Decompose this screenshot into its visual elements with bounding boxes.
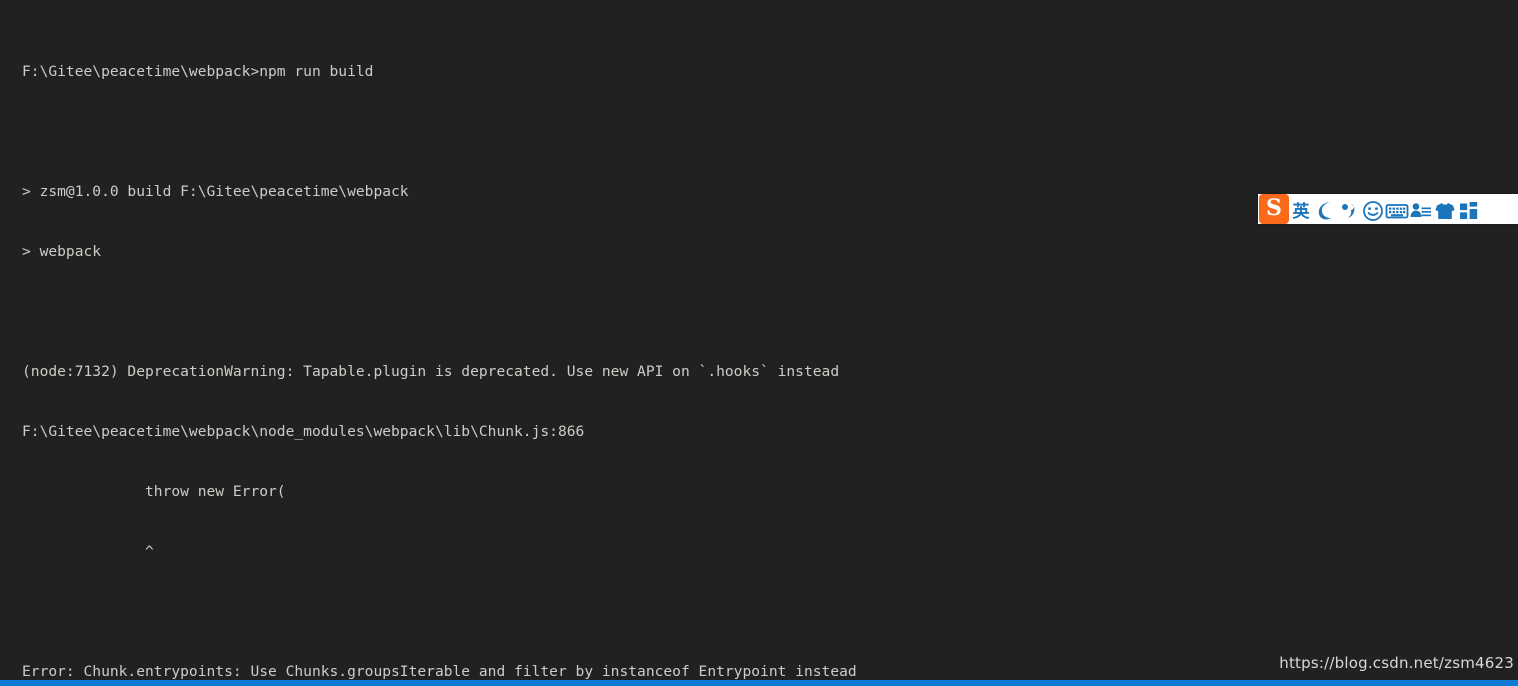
ime-menu-button[interactable] [1457, 194, 1481, 224]
prompt-and-command: F:\Gitee\peacetime\webpack>npm run build [22, 63, 374, 80]
terminal-line-prompt-command: F:\Gitee\peacetime\webpack>npm run build [0, 62, 1518, 82]
terminal-line-deprecation-warning: (node:7132) DeprecationWarning: Tapable.… [0, 362, 1518, 382]
csdn-watermark: https://blog.csdn.net/zsm4623 [1279, 654, 1514, 672]
caret-marker: ^ [22, 543, 154, 560]
soft-keyboard-icon [1385, 197, 1409, 222]
ime-soft-keyboard-button[interactable] [1385, 194, 1409, 224]
moon-icon [1315, 197, 1335, 222]
npm-script-cmd-text: > webpack [22, 243, 102, 260]
npm-script-header-text: > zsm@1.0.0 build F:\Gitee\peacetime\web… [22, 183, 409, 200]
deprecation-warning-text: (node:7132) DeprecationWarning: Tapable.… [22, 363, 840, 380]
ime-moon-button[interactable] [1313, 194, 1337, 224]
ime-skin-button[interactable] [1433, 194, 1457, 224]
error-file-path: F:\Gitee\peacetime\webpack\node_modules\… [22, 423, 585, 440]
language-mode-icon: 英 [1292, 201, 1310, 222]
terminal-line-error-file: F:\Gitee\peacetime\webpack\node_modules\… [0, 422, 1518, 442]
throw-statement-text: throw new Error( [22, 483, 286, 500]
ime-punctuation-button[interactable] [1337, 194, 1361, 224]
ime-emoji-button[interactable] [1361, 194, 1385, 224]
punctuation-icon [1339, 197, 1359, 222]
terminal-output[interactable]: F:\Gitee\peacetime\webpack>npm run build… [0, 0, 1518, 680]
terminal-line-npm-script-cmd: > webpack [0, 242, 1518, 262]
ime-logo-button[interactable]: S [1258, 194, 1289, 224]
ime-language-mode-button[interactable]: 英 [1289, 194, 1313, 224]
taskbar-accent-strip [0, 680, 1518, 686]
sogou-ime-toolbar[interactable]: S 英 [1258, 194, 1518, 224]
ime-toolbox-button[interactable] [1409, 194, 1433, 224]
terminal-line-throw: throw new Error( [0, 482, 1518, 502]
terminal-line-caret: ^ [0, 542, 1518, 562]
sogou-logo-icon: S [1259, 194, 1289, 224]
smiley-icon [1362, 197, 1384, 222]
grid-menu-icon [1458, 197, 1480, 222]
skin-shirt-icon [1434, 197, 1456, 222]
toolbox-icon [1409, 197, 1433, 222]
error-message-text: Error: Chunk.entrypoints: Use Chunks.gro… [22, 663, 857, 680]
